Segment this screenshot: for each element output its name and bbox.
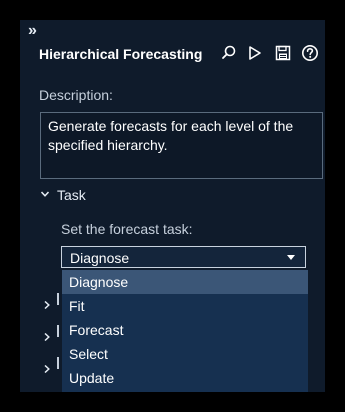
forecast-task-label: Set the forecast task: [61,221,193,237]
dropdown-option-fit[interactable]: Fit [62,294,308,318]
collapse-panel-button[interactable]: » [28,23,37,39]
chevron-right-icon [43,296,51,310]
search-icon[interactable] [220,44,238,62]
forecast-task-select[interactable]: Diagnose [61,246,306,268]
collapsed-section-toggle-1[interactable] [41,293,59,310]
dropdown-option-forecast[interactable]: Forecast [62,318,308,342]
chevron-right-icon [43,360,51,374]
section-label-fragment [57,357,59,369]
dropdown-option-diagnose[interactable]: Diagnose [62,270,308,294]
chevron-down-icon [40,185,50,197]
panel-title: Hierarchical Forecasting [39,46,203,62]
save-icon[interactable] [274,44,292,62]
dropdown-option-update[interactable]: Update [62,366,308,390]
forecast-task-dropdown-list: Diagnose Fit Forecast Select Update [62,270,308,392]
collapsed-section-toggle-2[interactable] [41,325,59,342]
section-label-fragment [57,325,59,337]
task-section-toggle[interactable]: Task [40,185,86,203]
description-label: Description: [39,87,113,103]
collapsed-section-toggle-3[interactable] [41,357,59,374]
chevron-right-icon [43,328,51,342]
dropdown-option-select[interactable]: Select [62,342,308,366]
hierarchical-forecasting-panel: » Hierarchical Forecasting Description: … [20,20,325,392]
task-section-header: Task [57,187,86,203]
run-icon[interactable] [246,44,264,62]
description-textarea[interactable]: Generate forecasts for each level of the… [40,112,323,179]
forecast-task-selected-value: Diagnose [70,250,130,266]
help-icon[interactable] [301,44,319,62]
section-label-fragment [57,293,59,305]
caret-down-icon [287,255,295,260]
